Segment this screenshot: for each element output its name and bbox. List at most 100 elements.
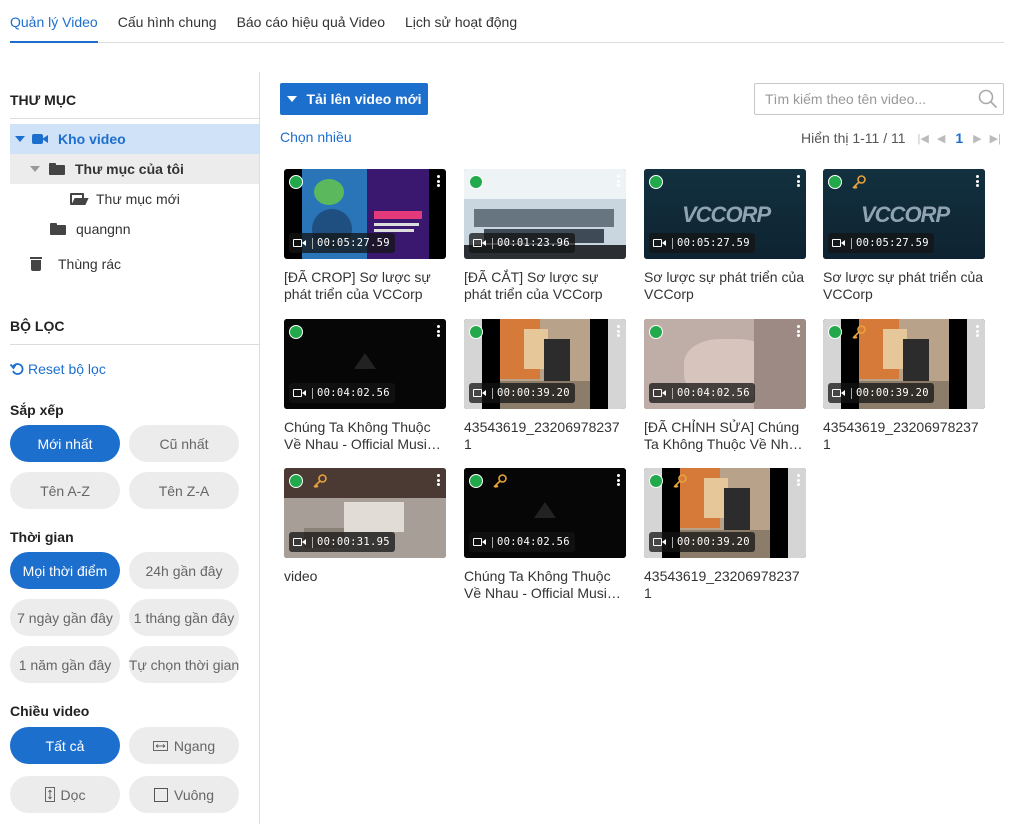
video-card[interactable]: 00:00:31.95 video [284,468,446,602]
multi-select-link[interactable]: Chọn nhiều [280,129,352,145]
sidebar: THƯ MỤC Kho video Thư mục của tôi Thư mụ… [0,72,260,824]
folder-icon [50,223,66,235]
reset-icon [10,363,24,375]
video-thumbnail[interactable]: 00:00:39.20 [823,319,985,409]
time-1month-button[interactable]: 1 tháng gần đây [129,599,239,636]
duration-badge: 00:05:27.59 [649,233,755,253]
video-thumbnail[interactable]: 00:04:02.56 [644,319,806,409]
video-title[interactable]: 43543619_232069782371 [823,419,985,453]
video-title[interactable]: Sơ lược sự phát triển của VCCorp [823,269,985,303]
tree-item-trash[interactable]: Thùng rác [10,249,259,279]
tree-item-label: quangnn [76,221,131,237]
tree-item-my-folder[interactable]: Thư mục của tôi [10,154,259,184]
sort-name-az-button[interactable]: Tên A-Z [10,472,120,509]
video-title[interactable]: Sơ lược sự phát triển của VCCorp [644,269,806,303]
video-card[interactable]: 00:04:02.56 [ĐÃ CHỈNH SỬA] Chúng Ta Không… [644,319,806,453]
reset-filter-link[interactable]: Reset bộ lọc [10,361,106,377]
portrait-icon [44,787,55,802]
video-title[interactable]: 43543619_232069782371 [464,419,626,453]
time-custom-button[interactable]: Tự chọn thời gian [129,646,239,683]
video-camera-icon [32,133,48,145]
orientation-all-button[interactable]: Tất cả [10,727,120,764]
duration-text: 00:05:27.59 [856,237,929,249]
key-icon [493,474,507,489]
tree-item-label: Thùng rác [58,256,122,272]
orientation-landscape-button[interactable]: Ngang [129,727,239,764]
more-options-icon[interactable] [797,175,800,187]
video-title[interactable]: [ĐÃ CHỈNH SỬA] Chúng Ta Không Thuộc Về N… [644,419,806,453]
status-dot [289,474,303,488]
duration-text: 00:04:02.56 [317,387,390,399]
upload-video-label: Tải lên video mới [306,91,422,107]
video-title[interactable]: Chúng Ta Không Thuộc Về Nhau - Official … [284,419,446,453]
video-thumbnail[interactable]: 00:04:02.56 [284,319,446,409]
video-thumbnail[interactable]: 00:00:39.20 [644,468,806,558]
first-page-icon[interactable]: |◀ [918,132,929,145]
duration-text: 00:04:02.56 [497,536,570,548]
video-title[interactable]: [ĐÃ CROP] Sơ lược sự phát triển của VCCo… [284,269,446,303]
search-input[interactable] [755,84,973,114]
video-thumbnail[interactable]: 00:05:27.59 [284,169,446,259]
tab-video-management[interactable]: Quản lý Video [10,0,98,43]
video-thumbnail[interactable]: 00:00:31.95 [284,468,446,558]
time-1year-button[interactable]: 1 năm gần đây [10,646,120,683]
video-thumbnail[interactable]: VCCORP 00:05:27.59 [823,169,985,259]
video-thumbnail[interactable]: VCCORP 00:05:27.59 [644,169,806,259]
tab-activity-history[interactable]: Lịch sử hoạt động [405,0,517,43]
search-icon[interactable] [973,84,1003,114]
orientation-square-button[interactable]: Vuông [129,776,239,813]
more-options-icon[interactable] [976,325,979,337]
tree-item-quangnn[interactable]: quangnn [10,214,259,244]
tree-item-new-folder[interactable]: Thư mục mới [10,184,259,214]
time-7days-button[interactable]: 7 ngày gần đây [10,599,120,636]
more-options-icon[interactable] [437,175,440,187]
tab-general-config[interactable]: Cấu hình chung [118,0,217,43]
sort-oldest-button[interactable]: Cũ nhất [129,425,239,462]
sort-name-za-button[interactable]: Tên Z-A [129,472,239,509]
key-icon [673,474,687,489]
more-options-icon[interactable] [976,175,979,187]
video-title[interactable]: video [284,568,446,602]
duration-badge: 00:01:23.96 [469,233,575,253]
video-thumbnail[interactable]: 00:00:39.20 [464,319,626,409]
video-thumbnail[interactable]: 00:04:02.56 [464,468,626,558]
video-card[interactable]: 00:00:39.20 43543619_232069782371 [464,319,626,453]
more-options-icon[interactable] [797,474,800,486]
video-card[interactable]: VCCORP 00:05:27.59 Sơ lược sự phát triển c… [823,169,985,303]
sort-newest-button[interactable]: Mới nhất [10,425,120,462]
folder-section-title: THƯ MỤC [10,92,77,108]
more-options-icon[interactable] [797,325,800,337]
more-options-icon[interactable] [617,325,620,337]
video-card[interactable]: 00:01:23.96 [ĐÃ CẮT] Sơ lược sự phát triể… [464,169,626,303]
video-title[interactable]: [ĐÃ CẮT] Sơ lược sự phát triển của VCCor… [464,269,626,303]
video-card[interactable]: 00:04:02.56 Chúng Ta Không Thuộc Về Nhau … [464,468,626,602]
upload-video-button[interactable]: Tải lên video mới [280,83,428,115]
orientation-portrait-label: Dọc [60,786,86,803]
last-page-icon[interactable]: ▶| [990,132,1001,145]
video-card[interactable]: 00:00:39.20 43543619_232069782371 [823,319,985,453]
next-page-icon[interactable]: ▶ [973,132,981,145]
time-all-button[interactable]: Mọi thời điểm [10,552,120,589]
video-card[interactable]: 00:05:27.59 [ĐÃ CROP] Sơ lược sự phát tri… [284,169,446,303]
tab-video-report[interactable]: Báo cáo hiệu quả Video [237,0,385,43]
more-options-icon[interactable] [437,325,440,337]
tree-item-video-library[interactable]: Kho video [10,124,259,154]
more-options-icon[interactable] [437,474,440,486]
video-thumbnail[interactable]: 00:01:23.96 [464,169,626,259]
video-card[interactable]: 00:04:02.56 Chúng Ta Không Thuộc Về Nhau … [284,319,446,453]
video-card[interactable]: 00:00:39.20 43543619_232069782371 [644,468,806,602]
video-card[interactable]: VCCORP 00:05:27.59 Sơ lược sự phát triển c… [644,169,806,303]
video-title[interactable]: Chúng Ta Không Thuộc Về Nhau - Official … [464,568,626,602]
time-label: Thời gian [10,529,74,545]
orientation-portrait-button[interactable]: Dọc [10,776,120,813]
time-24h-button[interactable]: 24h gần đây [129,552,239,589]
prev-page-icon[interactable]: ◀ [937,132,945,145]
chevron-down-icon[interactable] [15,136,25,142]
more-options-icon[interactable] [617,474,620,486]
video-title[interactable]: 43543619_232069782371 [644,568,806,602]
more-options-icon[interactable] [617,175,620,187]
square-icon [154,787,169,802]
page-number[interactable]: 1 [955,130,963,146]
duration-badge: 00:00:39.20 [649,532,755,552]
chevron-down-icon[interactable] [30,166,40,172]
